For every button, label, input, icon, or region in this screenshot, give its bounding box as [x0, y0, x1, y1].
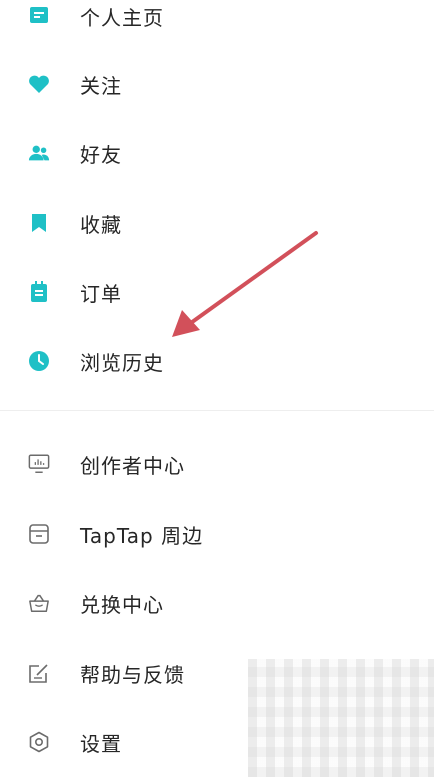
menu-item-profile[interactable]: 个人主页 [0, 0, 434, 44]
menu-item-label: TapTap 周边 [80, 523, 204, 548]
bookmark-icon [28, 212, 50, 234]
menu-item-friends[interactable]: 好友 [0, 125, 434, 181]
feedback-icon [28, 662, 50, 684]
menu-item-label: 兑换中心 [80, 592, 164, 617]
divider [0, 410, 434, 411]
menu-item-label: 浏览历史 [80, 350, 164, 375]
monitor-icon [28, 453, 50, 475]
menu-item-follow[interactable]: 关注 [0, 56, 434, 112]
side-menu: 个人主页 关注 好友 收藏 订单 浏览历史 创作者中心 TapTap 周边 兑换… [0, 0, 434, 777]
menu-item-label: 关注 [80, 73, 122, 98]
menu-item-orders[interactable]: 订单 [0, 264, 434, 320]
menu-item-label: 设置 [80, 731, 122, 756]
clock-icon [28, 350, 50, 372]
menu-item-merch[interactable]: TapTap 周边 [0, 506, 434, 562]
menu-item-label: 帮助与反馈 [80, 662, 185, 687]
menu-item-label: 订单 [80, 281, 122, 306]
menu-item-label: 收藏 [80, 212, 122, 237]
menu-item-creator-center[interactable]: 创作者中心 [0, 436, 434, 492]
watermark [248, 659, 434, 777]
menu-item-favorites[interactable]: 收藏 [0, 195, 434, 251]
order-icon [28, 281, 50, 303]
bag-icon [28, 592, 50, 614]
menu-item-redeem[interactable]: 兑换中心 [0, 575, 434, 631]
profile-icon [28, 5, 50, 27]
menu-item-label: 个人主页 [80, 5, 164, 30]
heart-icon [28, 73, 50, 95]
store-icon [28, 523, 50, 545]
menu-item-label: 好友 [80, 142, 122, 167]
menu-item-label: 创作者中心 [80, 453, 185, 478]
settings-icon [28, 731, 50, 753]
friends-icon [28, 142, 50, 164]
menu-item-history[interactable]: 浏览历史 [0, 333, 434, 389]
